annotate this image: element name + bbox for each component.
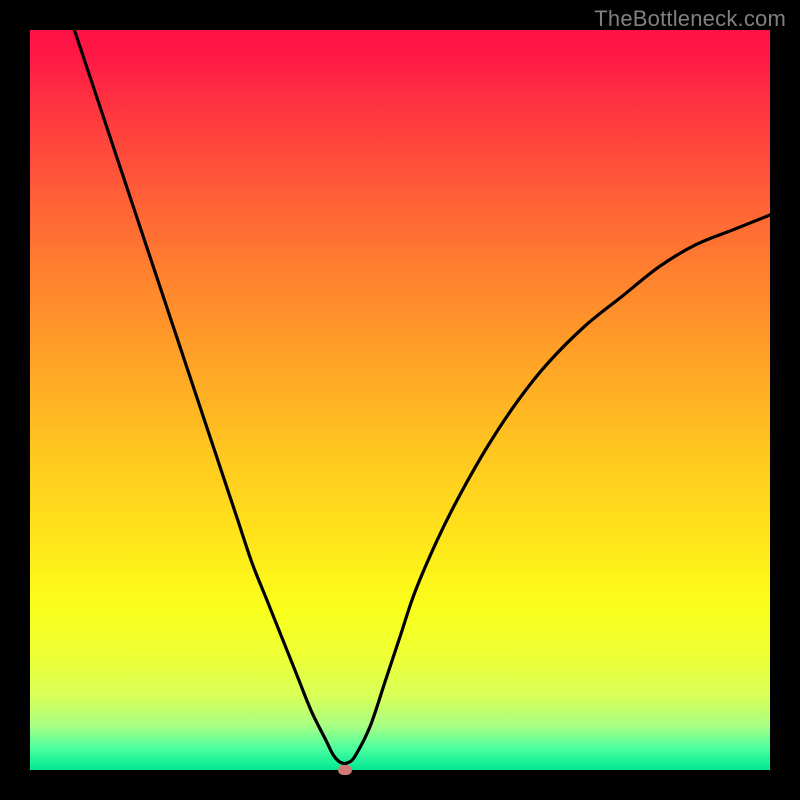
curve-path [74,30,770,764]
chart-container: TheBottleneck.com [0,0,800,800]
bottleneck-curve [30,30,770,770]
minimum-marker [338,765,352,775]
plot-inner [30,30,770,770]
plot-frame [30,30,770,770]
watermark-text: TheBottleneck.com [594,6,786,32]
